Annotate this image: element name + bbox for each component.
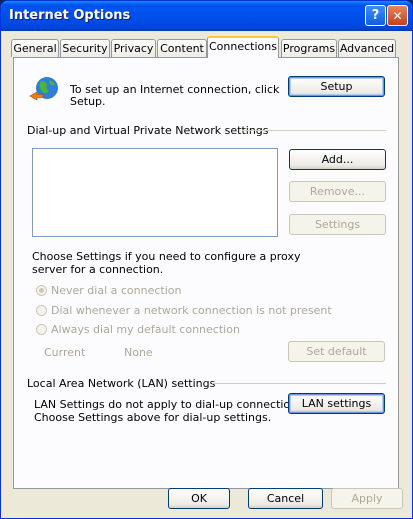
help-button[interactable]: ? xyxy=(365,5,386,26)
tab-security[interactable]: Security xyxy=(60,39,110,57)
title-bar[interactable]: Internet Options ? ✕ xyxy=(1,1,412,31)
internet-connection-icon xyxy=(29,77,58,101)
close-button[interactable]: ✕ xyxy=(387,5,408,26)
lan-description-line1: LAN Settings do not apply to dial-up con… xyxy=(34,398,307,411)
setup-description-line2: Setup. xyxy=(70,95,106,108)
current-label: Current xyxy=(44,346,86,359)
always-dial-default-label: Always dial my default connection xyxy=(51,323,240,336)
dialog-body: General Security Privacy Content Connect… xyxy=(4,31,409,515)
connections-listbox[interactable] xyxy=(32,148,278,237)
never-dial-label: Never dial a connection xyxy=(51,284,182,297)
window-title: Internet Options xyxy=(9,8,131,23)
tab-content[interactable]: Content xyxy=(157,39,207,57)
dial-when-no-network-label: Dial whenever a network connection is no… xyxy=(51,304,332,317)
dialup-vpn-heading: Dial-up and Virtual Private Network sett… xyxy=(27,124,269,137)
set-default-button[interactable]: Set default xyxy=(288,341,385,362)
internet-options-window: Internet Options ? ✕ General Security Pr… xyxy=(0,0,413,519)
cancel-button[interactable]: Cancel xyxy=(248,488,323,509)
apply-button[interactable]: Apply xyxy=(331,488,403,509)
connection-settings-button[interactable]: Settings xyxy=(289,214,386,235)
lan-description-line2: Choose Settings above for dial-up settin… xyxy=(34,411,272,424)
lan-divider xyxy=(212,383,386,384)
tab-connections[interactable]: Connections xyxy=(207,36,279,58)
tab-privacy[interactable]: Privacy xyxy=(111,39,156,57)
ok-button[interactable]: OK xyxy=(168,488,230,509)
current-value: None xyxy=(124,346,153,359)
add-connection-button[interactable]: Add... xyxy=(289,149,386,170)
never-dial-radio[interactable] xyxy=(36,285,47,296)
tab-advanced[interactable]: Advanced xyxy=(338,39,396,57)
tab-general[interactable]: General xyxy=(11,39,59,57)
dialup-divider xyxy=(242,130,386,131)
tab-programs[interactable]: Programs xyxy=(281,39,337,57)
setup-button[interactable]: Setup xyxy=(288,76,385,97)
lan-heading: Local Area Network (LAN) settings xyxy=(27,377,216,390)
lan-settings-button[interactable]: LAN settings xyxy=(288,393,385,414)
dial-when-no-network-radio[interactable] xyxy=(36,305,47,316)
proxy-hint-line1: Choose Settings if you need to configure… xyxy=(32,250,301,263)
connections-panel: To set up an Internet connection, click … xyxy=(13,57,399,489)
proxy-hint-line2: server for a connection. xyxy=(32,263,164,276)
always-dial-default-radio[interactable] xyxy=(36,324,47,335)
remove-connection-button[interactable]: Remove... xyxy=(289,181,386,202)
